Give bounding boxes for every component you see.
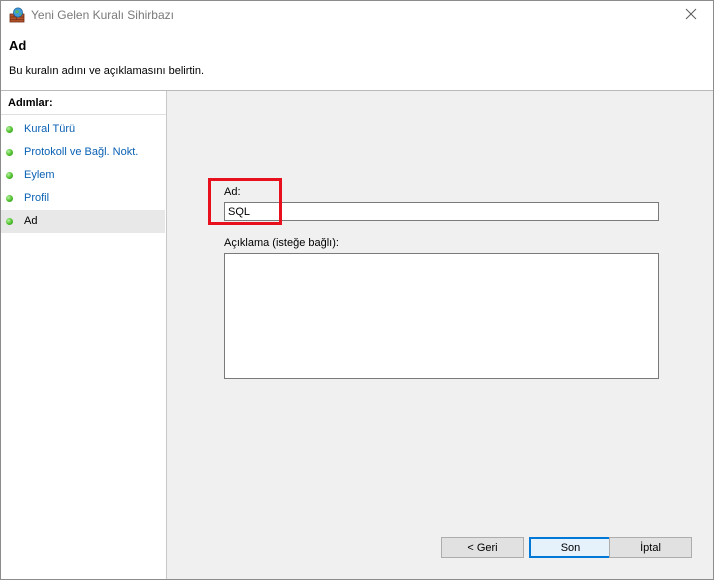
step-label: Profil [24, 192, 50, 204]
window-title: Yeni Gelen Kuralı Sihirbazı [31, 8, 174, 22]
step-eylem[interactable]: Eylem [1, 164, 166, 187]
description-label: Açıklama (isteğe bağlı): [224, 237, 339, 249]
step-ad[interactable]: Ad [1, 210, 165, 233]
green-dot-icon [6, 195, 13, 202]
steps-list: Kural Türü Protokoll ve Bağl. Nokt. Eyle… [1, 118, 166, 233]
steps-title: Adımlar: [8, 97, 53, 109]
page-title: Ad [9, 38, 27, 53]
green-dot-icon [6, 172, 13, 179]
content-panel: Ad: Açıklama (isteğe bağlı): < Geri Son … [167, 91, 713, 579]
firewall-globe-icon [9, 7, 25, 23]
close-icon [685, 8, 697, 23]
step-profil[interactable]: Profil [1, 187, 166, 210]
back-button[interactable]: < Geri [441, 537, 524, 558]
finish-button[interactable]: Son [529, 537, 612, 558]
steps-header: Adımlar: [1, 91, 166, 115]
title-bar: Yeni Gelen Kuralı Sihirbazı [1, 1, 713, 30]
step-label: Kural Türü [24, 123, 76, 135]
green-dot-icon [6, 126, 13, 133]
cancel-button[interactable]: İptal [609, 537, 692, 558]
green-dot-icon [6, 149, 13, 156]
name-label: Ad: [224, 186, 241, 198]
page-header: Ad Bu kuralın adını ve açıklamasını beli… [1, 30, 713, 91]
name-input[interactable] [224, 202, 659, 221]
step-label: Ad [24, 215, 38, 227]
step-protokol[interactable]: Protokoll ve Bağl. Nokt. [1, 141, 166, 164]
page-description: Bu kuralın adını ve açıklamasını belirti… [9, 65, 205, 77]
step-label: Protokoll ve Bağl. Nokt. [24, 146, 139, 158]
description-textarea[interactable] [224, 253, 659, 379]
wizard-window: Yeni Gelen Kuralı Sihirbazı Ad Bu kuralı… [0, 0, 714, 580]
close-button[interactable] [669, 1, 713, 30]
green-dot-icon [6, 218, 13, 225]
step-label: Eylem [24, 169, 55, 181]
steps-panel: Adımlar: Kural Türü Protokoll ve Bağl. N… [1, 91, 167, 579]
step-kural-turu[interactable]: Kural Türü [1, 118, 166, 141]
